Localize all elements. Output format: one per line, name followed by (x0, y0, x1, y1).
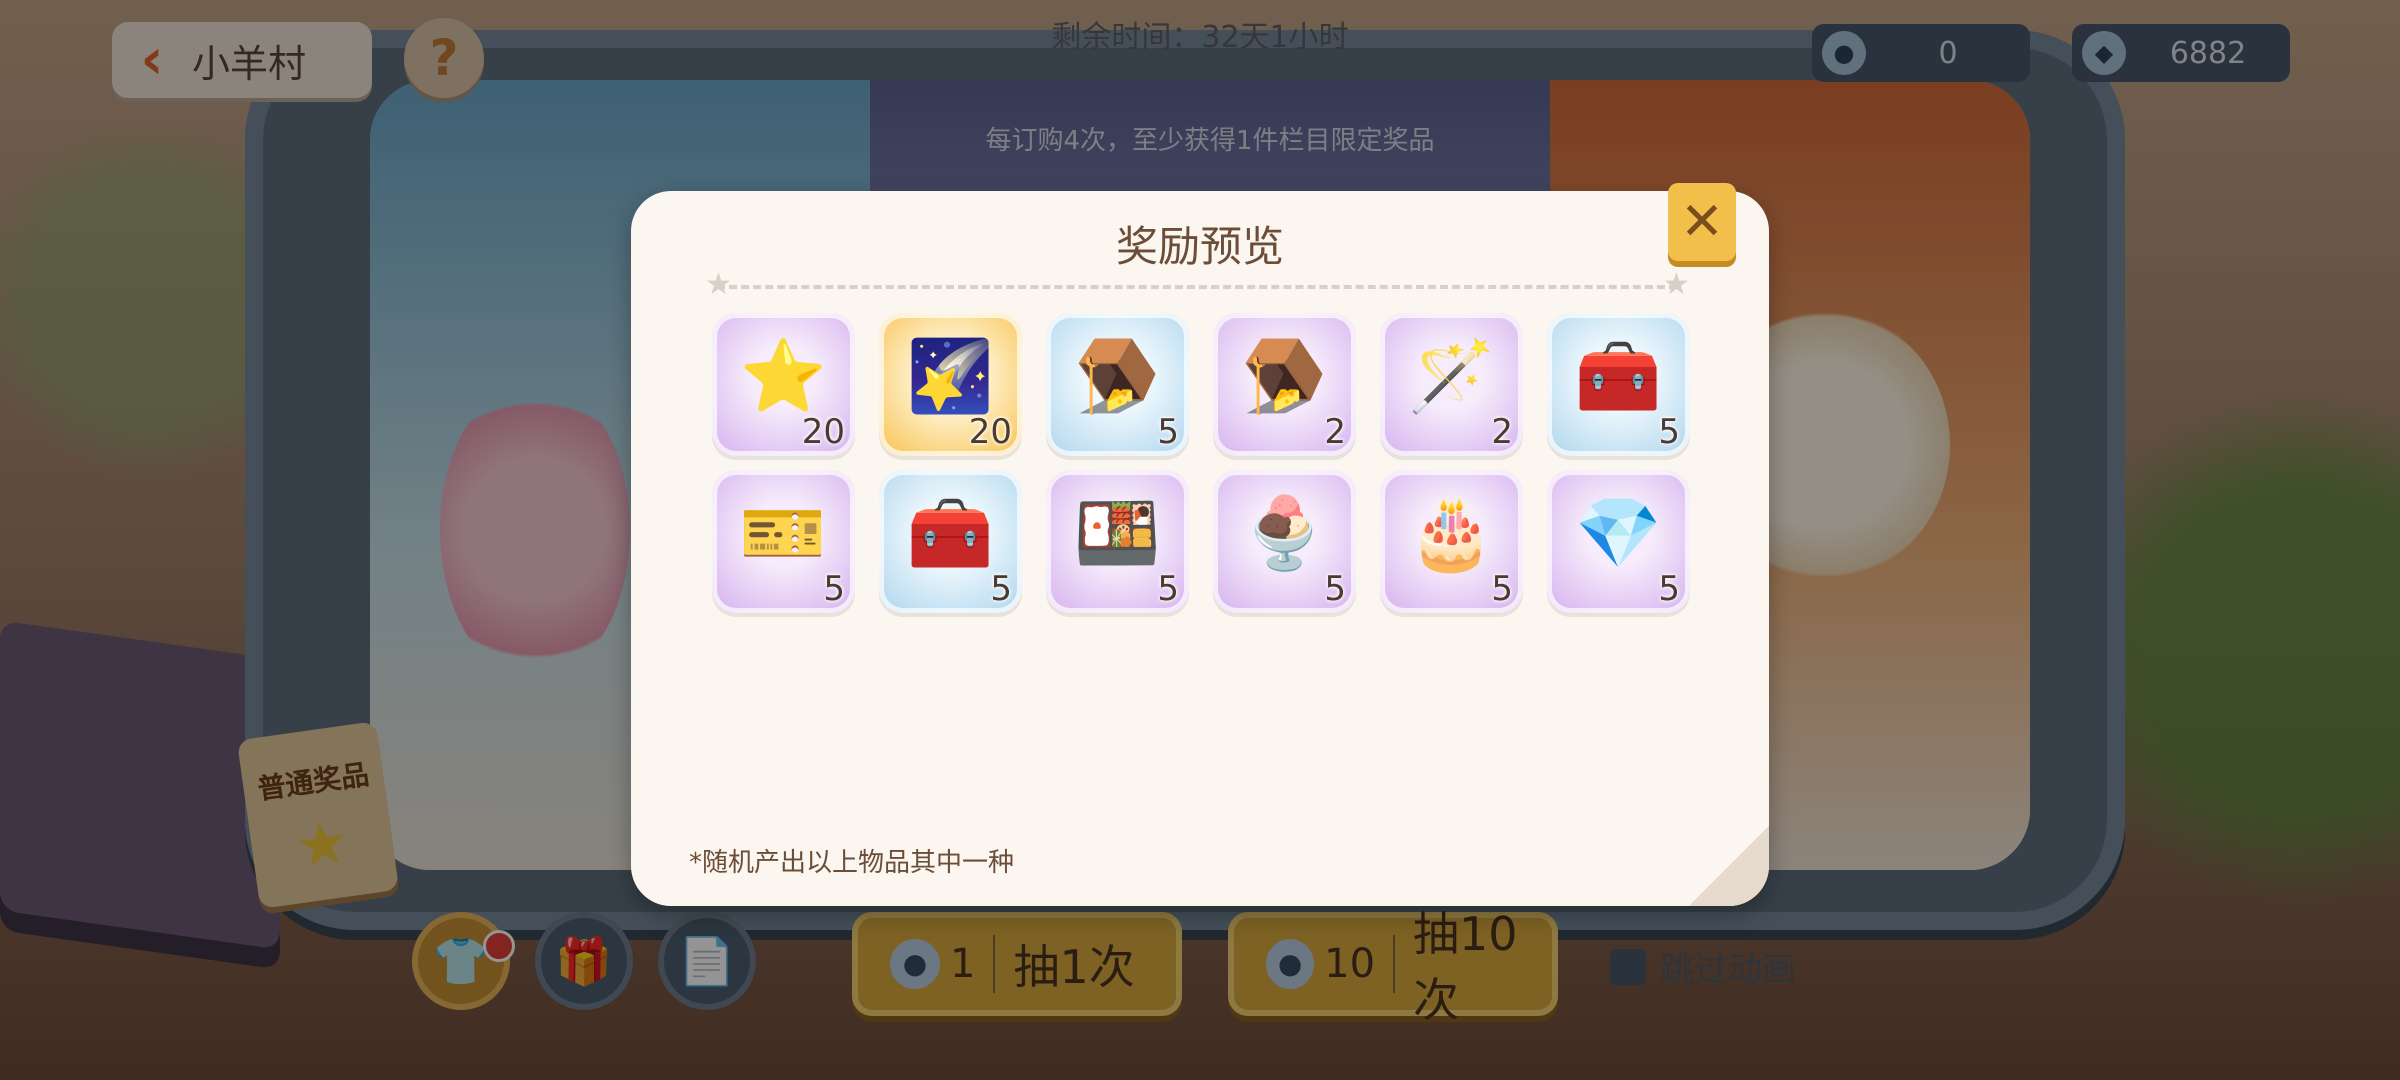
close-button[interactable]: ✕ (1668, 183, 1736, 261)
reward-item-green-chest[interactable]: 🧰 5 (879, 470, 1022, 613)
dessert-bowl-icon: 🍨 (1240, 492, 1329, 574)
tiered-dessert-icon: 🎂 (1407, 492, 1496, 574)
reward-item-crystal-gift[interactable]: 💎 5 (1547, 470, 1690, 613)
reward-item-mousetrap-copper[interactable]: 🪤 5 (1046, 313, 1189, 456)
random-note: *随机产出以上物品其中一种 (689, 848, 1015, 878)
reward-count: 2 (1324, 412, 1346, 452)
reward-item-gold-star[interactable]: ⭐ 20 (712, 313, 855, 456)
reward-item-ticket-card[interactable]: 🎫 5 (712, 470, 855, 613)
reward-count: 20 (968, 412, 1012, 452)
reward-count: 5 (1324, 569, 1346, 609)
reward-count: 5 (1157, 569, 1179, 609)
reward-count: 20 (801, 412, 845, 452)
reward-count: 5 (1491, 569, 1513, 609)
reward-count: 5 (1157, 412, 1179, 452)
reward-count: 5 (823, 569, 845, 609)
rainbow-star-icon: 🌠 (906, 335, 995, 417)
reward-count: 5 (1658, 412, 1680, 452)
reward-item-tiered-dessert[interactable]: 🎂 5 (1380, 470, 1523, 613)
purple-chest-icon: 🧰 (1574, 335, 1663, 417)
reward-count: 5 (1658, 569, 1680, 609)
reward-item-mousetrap-dark[interactable]: 🪤 2 (1213, 313, 1356, 456)
reward-preview-modal: 奖励预览 ✕ ★ ★ ⭐ 20 🌠 20 🪤 5 🪤 2 🪄 2 🧰 5 🎫 5 🧰 5 🍱 5 🍨 5 🎂 5 💎 5 *随… (631, 183, 1769, 906)
mousetrap-copper-icon: 🪤 (1073, 335, 1162, 417)
reward-item-fruit-platter[interactable]: 🍱 5 (1046, 470, 1189, 613)
reward-item-dessert-bowl[interactable]: 🍨 5 (1213, 470, 1356, 613)
reward-item-magic-wand[interactable]: 🪄 2 (1380, 313, 1523, 456)
fruit-platter-icon: 🍱 (1073, 492, 1162, 574)
mousetrap-dark-icon: 🪤 (1240, 335, 1329, 417)
dashed-divider (717, 285, 1677, 289)
magic-wand-icon: 🪄 (1407, 335, 1496, 417)
green-chest-icon: 🧰 (906, 492, 995, 574)
crystal-gift-icon: 💎 (1574, 492, 1663, 574)
ticket-card-icon: 🎫 (739, 492, 828, 574)
reward-grid: ⭐ 20 🌠 20 🪤 5 🪤 2 🪄 2 🧰 5 🎫 5 🧰 5 🍱 5 🍨 5 🎂 5 💎 5 (712, 313, 1690, 613)
reward-item-purple-chest[interactable]: 🧰 5 (1547, 313, 1690, 456)
modal-title: 奖励预览 (1115, 222, 1284, 271)
reward-count: 5 (990, 569, 1012, 609)
reward-count: 2 (1491, 412, 1513, 452)
star-icon: ★ (1663, 267, 1690, 302)
gold-star-icon: ⭐ (739, 335, 828, 417)
reward-item-rainbow-star[interactable]: 🌠 20 (879, 313, 1022, 456)
page-fold (1689, 826, 1769, 906)
